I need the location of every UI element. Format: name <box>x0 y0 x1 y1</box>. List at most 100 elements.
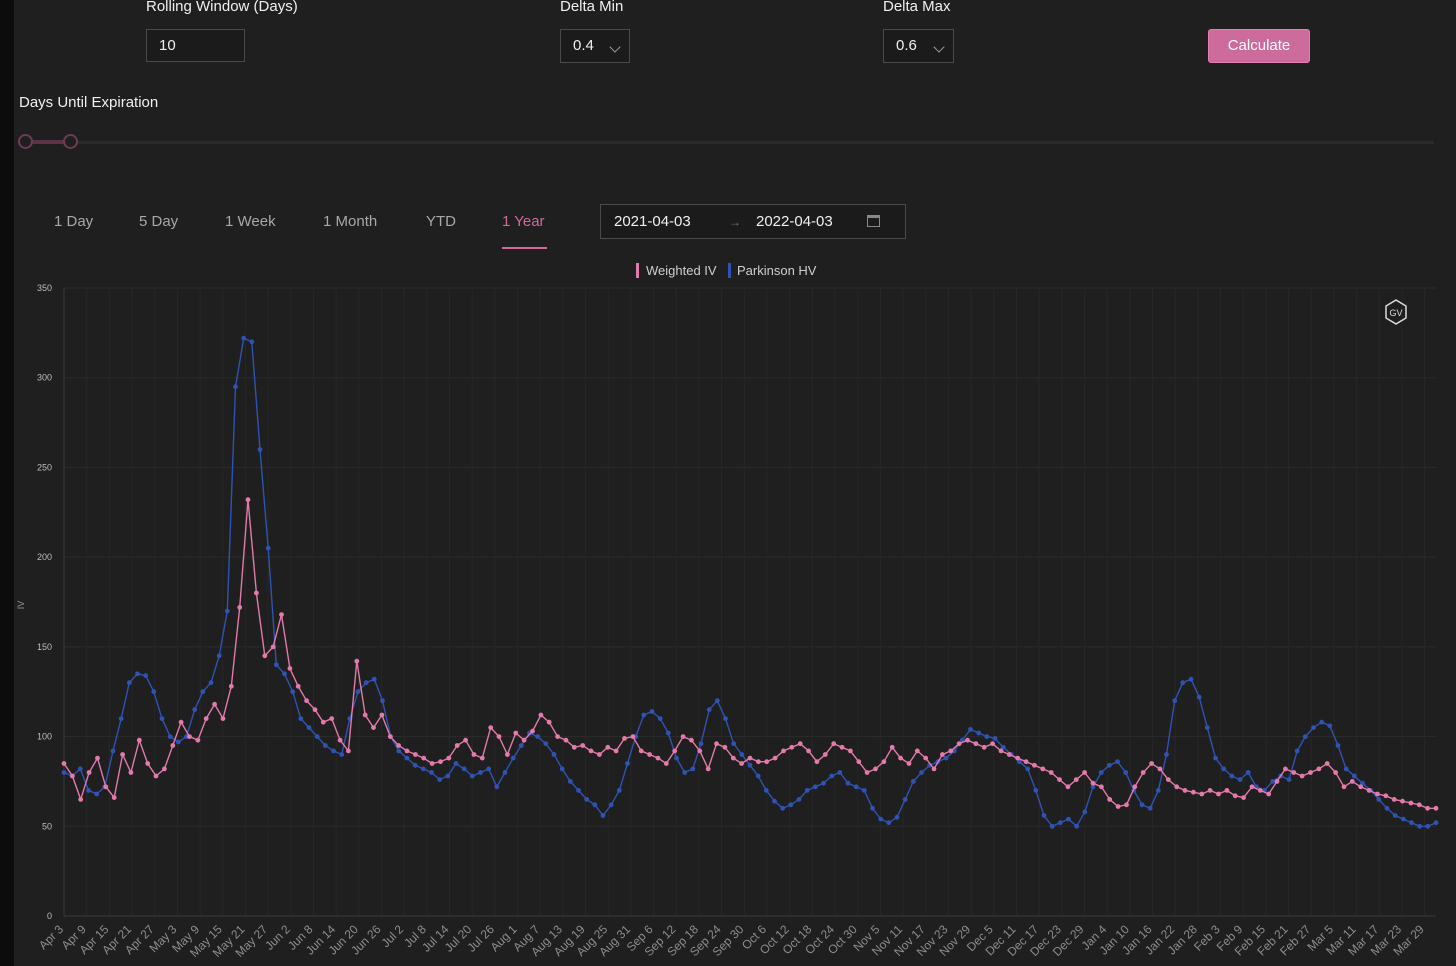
data-point-parkinson-hv[interactable] <box>118 716 124 721</box>
data-point-weighted-iv[interactable] <box>864 770 870 775</box>
data-point-parkinson-hv[interactable] <box>1392 813 1398 818</box>
data-point-weighted-iv[interactable] <box>287 666 293 671</box>
date-range-picker[interactable]: 2021-04-03 → 2022-04-03 <box>600 204 906 239</box>
data-point-parkinson-hv[interactable] <box>739 752 745 757</box>
data-point-parkinson-hv[interactable] <box>159 716 165 721</box>
rolling-window-input[interactable]: 10 <box>146 29 245 62</box>
data-point-weighted-iv[interactable] <box>438 759 443 765</box>
data-point-parkinson-hv[interactable] <box>371 676 377 682</box>
data-point-parkinson-hv[interactable] <box>126 680 132 686</box>
data-point-parkinson-hv[interactable] <box>510 755 516 761</box>
data-point-weighted-iv[interactable] <box>555 734 560 739</box>
data-point-weighted-iv[interactable] <box>329 716 335 721</box>
data-point-parkinson-hv[interactable] <box>1115 759 1120 765</box>
data-point-parkinson-hv[interactable] <box>1311 725 1316 730</box>
data-point-weighted-iv[interactable] <box>722 744 728 750</box>
data-point-weighted-iv[interactable] <box>1115 804 1121 809</box>
data-point-weighted-iv[interactable] <box>697 748 703 754</box>
data-point-parkinson-hv[interactable] <box>1327 723 1333 729</box>
data-point-weighted-iv[interactable] <box>1182 788 1188 793</box>
data-point-parkinson-hv[interactable] <box>404 755 410 761</box>
data-point-weighted-iv[interactable] <box>1157 766 1163 772</box>
data-point-parkinson-hv[interactable] <box>1245 770 1251 775</box>
tab-1-day[interactable]: 1 Day <box>54 213 93 230</box>
data-point-parkinson-hv[interactable] <box>494 784 500 790</box>
data-point-weighted-iv[interactable] <box>797 741 803 747</box>
data-point-weighted-iv[interactable] <box>513 730 519 736</box>
data-point-weighted-iv[interactable] <box>379 712 385 718</box>
data-point-parkinson-hv[interactable] <box>1400 816 1406 822</box>
data-point-parkinson-hv[interactable] <box>1025 766 1031 772</box>
data-point-weighted-iv[interactable] <box>1274 779 1280 784</box>
data-point-parkinson-hv[interactable] <box>649 709 655 714</box>
data-point-weighted-iv[interactable] <box>622 736 627 741</box>
data-point-parkinson-hv[interactable] <box>331 748 336 754</box>
data-point-parkinson-hv[interactable] <box>674 755 679 761</box>
data-point-parkinson-hv[interactable] <box>837 770 843 775</box>
tab-ytd[interactable]: YTD <box>426 213 456 230</box>
data-point-parkinson-hv[interactable] <box>910 779 916 784</box>
data-point-parkinson-hv[interactable] <box>339 752 345 757</box>
data-point-weighted-iv[interactable] <box>429 761 435 766</box>
data-point-parkinson-hv[interactable] <box>241 335 247 341</box>
data-point-parkinson-hv[interactable] <box>853 784 859 790</box>
data-point-parkinson-hv[interactable] <box>576 788 581 793</box>
data-point-weighted-iv[interactable] <box>906 761 912 766</box>
data-point-parkinson-hv[interactable] <box>1319 719 1325 725</box>
data-point-weighted-iv[interactable] <box>111 795 117 800</box>
data-point-weighted-iv[interactable] <box>1341 784 1347 790</box>
data-point-parkinson-hv[interactable] <box>77 766 83 772</box>
data-point-weighted-iv[interactable] <box>245 497 251 503</box>
data-point-parkinson-hv[interactable] <box>396 748 402 754</box>
data-point-weighted-iv[interactable] <box>346 748 351 754</box>
data-point-parkinson-hv[interactable] <box>943 755 949 761</box>
data-point-parkinson-hv[interactable] <box>1188 676 1194 682</box>
data-point-weighted-iv[interactable] <box>170 743 176 748</box>
data-point-parkinson-hv[interactable] <box>698 741 704 747</box>
data-point-weighted-iv[interactable] <box>1283 766 1288 772</box>
data-point-weighted-iv[interactable] <box>772 755 778 761</box>
data-point-weighted-iv[interactable] <box>295 683 301 689</box>
data-point-parkinson-hv[interactable] <box>518 743 524 748</box>
data-point-weighted-iv[interactable] <box>630 734 636 739</box>
data-point-weighted-iv[interactable] <box>1257 788 1263 793</box>
data-point-weighted-iv[interactable] <box>337 737 343 743</box>
data-point-weighted-iv[interactable] <box>931 766 937 772</box>
data-point-parkinson-hv[interactable] <box>894 814 900 820</box>
data-point-weighted-iv[interactable] <box>95 755 100 761</box>
data-point-parkinson-hv[interactable] <box>1343 766 1349 772</box>
data-point-weighted-iv[interactable] <box>1299 773 1305 779</box>
data-point-parkinson-hv[interactable] <box>306 725 312 730</box>
data-point-weighted-iv[interactable] <box>145 761 151 766</box>
tab-1-week[interactable]: 1 Week <box>225 213 276 230</box>
data-point-parkinson-hv[interactable] <box>567 779 573 784</box>
data-point-weighted-iv[interactable] <box>203 716 209 721</box>
data-point-parkinson-hv[interactable] <box>584 797 590 802</box>
data-point-parkinson-hv[interactable] <box>976 730 982 736</box>
data-point-parkinson-hv[interactable] <box>363 680 369 686</box>
data-point-parkinson-hv[interactable] <box>257 447 263 452</box>
data-point-parkinson-hv[interactable] <box>1180 680 1186 686</box>
data-point-parkinson-hv[interactable] <box>821 780 826 786</box>
data-point-weighted-iv[interactable] <box>597 752 602 757</box>
data-point-weighted-iv[interactable] <box>1124 802 1129 808</box>
data-point-weighted-iv[interactable] <box>404 748 410 754</box>
data-point-weighted-iv[interactable] <box>580 743 586 748</box>
data-point-parkinson-hv[interactable] <box>755 773 761 779</box>
data-point-weighted-iv[interactable] <box>1023 759 1029 765</box>
data-point-parkinson-hv[interactable] <box>420 766 426 772</box>
data-point-weighted-iv[interactable] <box>153 773 159 779</box>
data-point-weighted-iv[interactable] <box>479 755 485 761</box>
data-point-weighted-iv[interactable] <box>1065 784 1071 790</box>
data-point-parkinson-hv[interactable] <box>665 730 671 736</box>
data-point-weighted-iv[interactable] <box>195 737 201 743</box>
data-point-parkinson-hv[interactable] <box>453 761 459 766</box>
dte-slider-track[interactable] <box>18 141 1434 144</box>
data-point-parkinson-hv[interactable] <box>657 716 663 721</box>
data-point-parkinson-hv[interactable] <box>845 780 851 786</box>
data-point-weighted-iv[interactable] <box>739 761 744 766</box>
data-point-parkinson-hv[interactable] <box>314 734 320 739</box>
data-point-weighted-iv[interactable] <box>571 744 577 750</box>
data-point-parkinson-hv[interactable] <box>1147 805 1153 811</box>
data-point-parkinson-hv[interactable] <box>486 766 492 772</box>
